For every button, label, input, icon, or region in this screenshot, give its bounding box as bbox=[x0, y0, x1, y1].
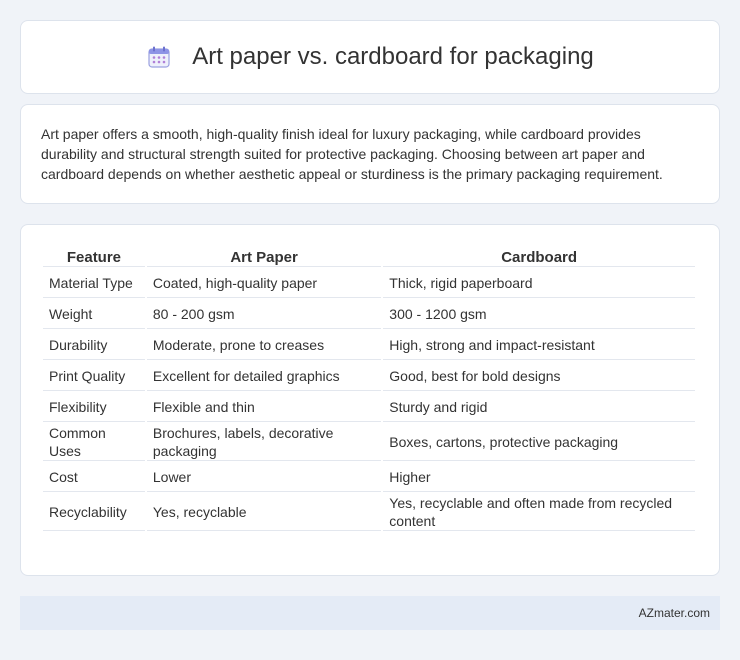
cardboard-cell: Sturdy and rigid bbox=[383, 393, 695, 422]
page-title: Art paper vs. cardboard for packaging bbox=[192, 43, 594, 70]
art-paper-cell: Flexible and thin bbox=[146, 393, 382, 422]
cardboard-cell: High, strong and impact-resistant bbox=[383, 331, 695, 360]
feature-cell: Material Type bbox=[43, 269, 145, 298]
title-wrap: Art paper vs. cardboard for packaging bbox=[146, 43, 594, 71]
table-header-row: Feature Art Paper Cardboard bbox=[43, 245, 695, 267]
footer: AZmater.com bbox=[20, 596, 720, 630]
cardboard-cell: Boxes, cartons, protective packaging bbox=[383, 424, 695, 461]
art-paper-cell: Coated, high-quality paper bbox=[146, 269, 382, 298]
calendar-icon bbox=[146, 44, 172, 70]
table-row: Material Type Coated, high-quality paper… bbox=[43, 269, 695, 298]
art-paper-cell: Yes, recyclable bbox=[146, 494, 382, 531]
title-card: Art paper vs. cardboard for packaging bbox=[20, 20, 720, 94]
feature-cell: Cost bbox=[43, 463, 145, 492]
comparison-table: Feature Art Paper Cardboard Material Typ… bbox=[41, 243, 697, 533]
header-art-paper: Art Paper bbox=[146, 245, 382, 267]
feature-cell: Weight bbox=[43, 300, 145, 329]
intro-card: Art paper offers a smooth, high-quality … bbox=[20, 104, 720, 204]
art-paper-cell: Brochures, labels, decorative packaging bbox=[146, 424, 382, 461]
table-row: Cost Lower Higher bbox=[43, 463, 695, 492]
intro-text: Art paper offers a smooth, high-quality … bbox=[41, 126, 663, 182]
footer-brand: AZmater.com bbox=[638, 606, 710, 620]
feature-cell: Durability bbox=[43, 331, 145, 360]
cardboard-cell: Good, best for bold designs bbox=[383, 362, 695, 391]
cardboard-cell: Thick, rigid paperboard bbox=[383, 269, 695, 298]
table-row: Print Quality Excellent for detailed gra… bbox=[43, 362, 695, 391]
header-feature: Feature bbox=[43, 245, 145, 267]
table-row: Durability Moderate, prone to creases Hi… bbox=[43, 331, 695, 360]
table-row: Weight 80 - 200 gsm 300 - 1200 gsm bbox=[43, 300, 695, 329]
art-paper-cell: 80 - 200 gsm bbox=[146, 300, 382, 329]
table-row: Recyclability Yes, recyclable Yes, recyc… bbox=[43, 494, 695, 531]
header-cardboard: Cardboard bbox=[383, 245, 695, 267]
table-row: Flexibility Flexible and thin Sturdy and… bbox=[43, 393, 695, 422]
art-paper-cell: Moderate, prone to creases bbox=[146, 331, 382, 360]
comparison-table-card: Feature Art Paper Cardboard Material Typ… bbox=[20, 224, 720, 576]
feature-cell: Print Quality bbox=[43, 362, 145, 391]
cardboard-cell: Yes, recyclable and often made from recy… bbox=[383, 494, 695, 531]
feature-cell: Common Uses bbox=[43, 424, 145, 461]
feature-cell: Flexibility bbox=[43, 393, 145, 422]
art-paper-cell: Lower bbox=[146, 463, 382, 492]
art-paper-cell: Excellent for detailed graphics bbox=[146, 362, 382, 391]
cardboard-cell: Higher bbox=[383, 463, 695, 492]
table-row: Common Uses Brochures, labels, decorativ… bbox=[43, 424, 695, 461]
cardboard-cell: 300 - 1200 gsm bbox=[383, 300, 695, 329]
feature-cell: Recyclability bbox=[43, 494, 145, 531]
